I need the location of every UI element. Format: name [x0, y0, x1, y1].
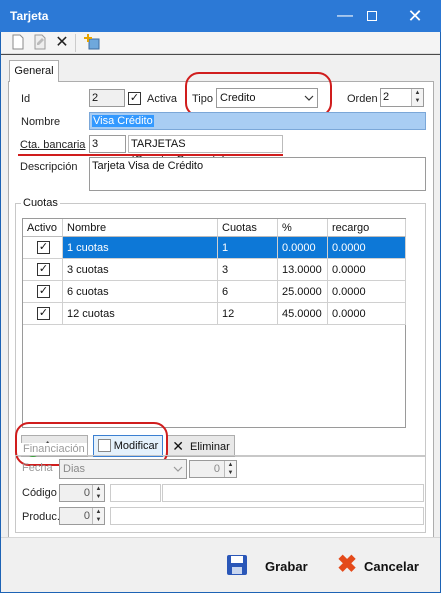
row-checkbox[interactable]: ✓	[37, 307, 50, 320]
table-row[interactable]: ✓ 12 cuotas 12 45.0000 0.0000	[23, 303, 406, 325]
cell-recargo: 0.0000	[328, 259, 406, 281]
nombre-field[interactable]: Visa Crédito	[89, 112, 426, 130]
cell-pct: 25.0000	[278, 281, 328, 303]
cell-nombre: 3 cuotas	[63, 259, 218, 281]
eliminar-label: Eliminar	[190, 441, 230, 453]
table-row[interactable]: ✓ 6 cuotas 6 25.0000 0.0000	[23, 281, 406, 303]
financiacion-group-title: Financiación	[21, 443, 87, 455]
codigo-spinner[interactable]: ▲ ▼	[92, 485, 104, 501]
row-checkbox[interactable]: ✓	[37, 241, 50, 254]
produc-desc-field	[110, 507, 424, 525]
produc-label: Produc.	[22, 511, 60, 523]
row-checkbox-cell[interactable]: ✓	[23, 259, 63, 281]
cta-bancaria-link[interactable]: Cta. bancaria	[20, 139, 85, 151]
activa-checkbox[interactable]: ✓	[128, 92, 141, 105]
cell-recargo: 0.0000	[328, 303, 406, 325]
row-checkbox-cell[interactable]: ✓	[23, 281, 63, 303]
cell-cuotas: 1	[218, 237, 278, 259]
row-checkbox[interactable]: ✓	[37, 263, 50, 276]
add-new-icon[interactable]	[83, 34, 101, 52]
col-header-pct[interactable]: %	[278, 219, 328, 237]
eliminar-button[interactable]: ✕ Eliminar	[167, 435, 235, 457]
toolbar: ✕	[1, 32, 440, 54]
cell-recargo: 0.0000	[328, 237, 406, 259]
cuotas-group-title: Cuotas	[21, 197, 60, 209]
window-title: Tarjeta	[10, 9, 49, 23]
col-header-nombre[interactable]: Nombre	[63, 219, 218, 237]
fecha-value: Dias	[63, 463, 86, 475]
table-row[interactable]: ✓ 1 cuotas 1 0.0000 0.0000	[23, 237, 406, 259]
fecha-number-field[interactable]: 0 ▲ ▼	[189, 460, 237, 478]
codigo-field[interactable]: 0 ▲ ▼	[59, 484, 105, 502]
cell-cuotas: 12	[218, 303, 278, 325]
cta-name-field: TARJETAS (Cuenta_Corriente)	[128, 135, 283, 166]
orden-value: 2	[383, 91, 390, 103]
cell-cuotas: 6	[218, 281, 278, 303]
cell-pct: 13.0000	[278, 259, 328, 281]
col-header-recargo[interactable]: recargo	[328, 219, 406, 237]
cell-nombre: 6 cuotas	[63, 281, 218, 303]
cell-pct: 0.0000	[278, 237, 328, 259]
save-icon	[227, 555, 247, 575]
fecha-spinner[interactable]: ▲ ▼	[224, 461, 236, 477]
orden-spinner[interactable]: ▲ ▼	[411, 89, 423, 106]
toolbar-separator	[75, 34, 76, 52]
cuotas-grid[interactable]: Activo Nombre Cuotas % recargo ✓ 1 cuota…	[22, 218, 406, 428]
cancelar-button[interactable]: ✖ Cancelar	[334, 551, 434, 579]
activa-label: Activa	[147, 93, 177, 105]
close-button[interactable]: ✕	[395, 0, 435, 32]
cell-pct: 45.0000	[278, 303, 328, 325]
cta-highlight-underline	[18, 154, 283, 156]
delete-x-icon: ✕	[172, 438, 184, 454]
fecha-select[interactable]: Dias	[59, 459, 187, 479]
codigo-desc-field	[162, 484, 424, 502]
produc-field[interactable]: 0 ▲ ▼	[59, 507, 105, 525]
maximize-button[interactable]	[354, 0, 390, 32]
produc-spinner[interactable]: ▲ ▼	[92, 508, 104, 524]
orden-field[interactable]: 2 ▲ ▼	[380, 88, 424, 107]
codigo-value: 0	[83, 487, 90, 499]
nombre-value: Visa Crédito	[92, 115, 154, 127]
cta-code-field[interactable]: 3	[89, 135, 126, 153]
id-field[interactable]: 2	[89, 89, 125, 107]
edit-icon[interactable]	[31, 34, 49, 52]
codigo-name-field	[110, 484, 161, 502]
chevron-down-icon	[170, 460, 186, 478]
row-checkbox[interactable]: ✓	[37, 285, 50, 298]
col-header-cuotas[interactable]: Cuotas	[218, 219, 278, 237]
footer-bar: Grabar ✖ Cancelar	[1, 537, 440, 592]
grabar-label: Grabar	[265, 559, 308, 574]
descripcion-label: Descripción	[20, 161, 78, 173]
title-bar[interactable]: Tarjeta — ✕	[0, 0, 441, 32]
cancel-x-icon: ✖	[337, 551, 358, 578]
fecha-label: Fecha	[22, 462, 53, 474]
id-label: Id	[21, 93, 31, 105]
orden-label: Orden	[347, 93, 378, 105]
codigo-label: Código	[22, 487, 57, 499]
cell-nombre: 12 cuotas	[63, 303, 218, 325]
row-checkbox-cell[interactable]: ✓	[23, 303, 63, 325]
cell-recargo: 0.0000	[328, 281, 406, 303]
col-header-activo[interactable]: Activo	[23, 219, 63, 237]
delete-icon[interactable]: ✕	[53, 34, 71, 52]
tipo-highlight	[185, 72, 332, 117]
table-row[interactable]: ✓ 3 cuotas 3 13.0000 0.0000	[23, 259, 406, 281]
nombre-label: Nombre	[21, 116, 61, 128]
grabar-button[interactable]: Grabar	[223, 553, 323, 579]
row-checkbox-cell[interactable]: ✓	[23, 237, 63, 259]
cell-cuotas: 3	[218, 259, 278, 281]
new-icon[interactable]	[9, 34, 27, 52]
fecha-number-value: 0	[213, 463, 220, 475]
tab-general[interactable]: General	[9, 60, 59, 82]
descripcion-field[interactable]: Tarjeta Visa de Crédito	[89, 157, 426, 191]
cancelar-label: Cancelar	[364, 559, 419, 574]
cell-nombre: 1 cuotas	[63, 237, 218, 259]
produc-value: 0	[83, 510, 90, 522]
maximize-icon	[367, 11, 377, 21]
